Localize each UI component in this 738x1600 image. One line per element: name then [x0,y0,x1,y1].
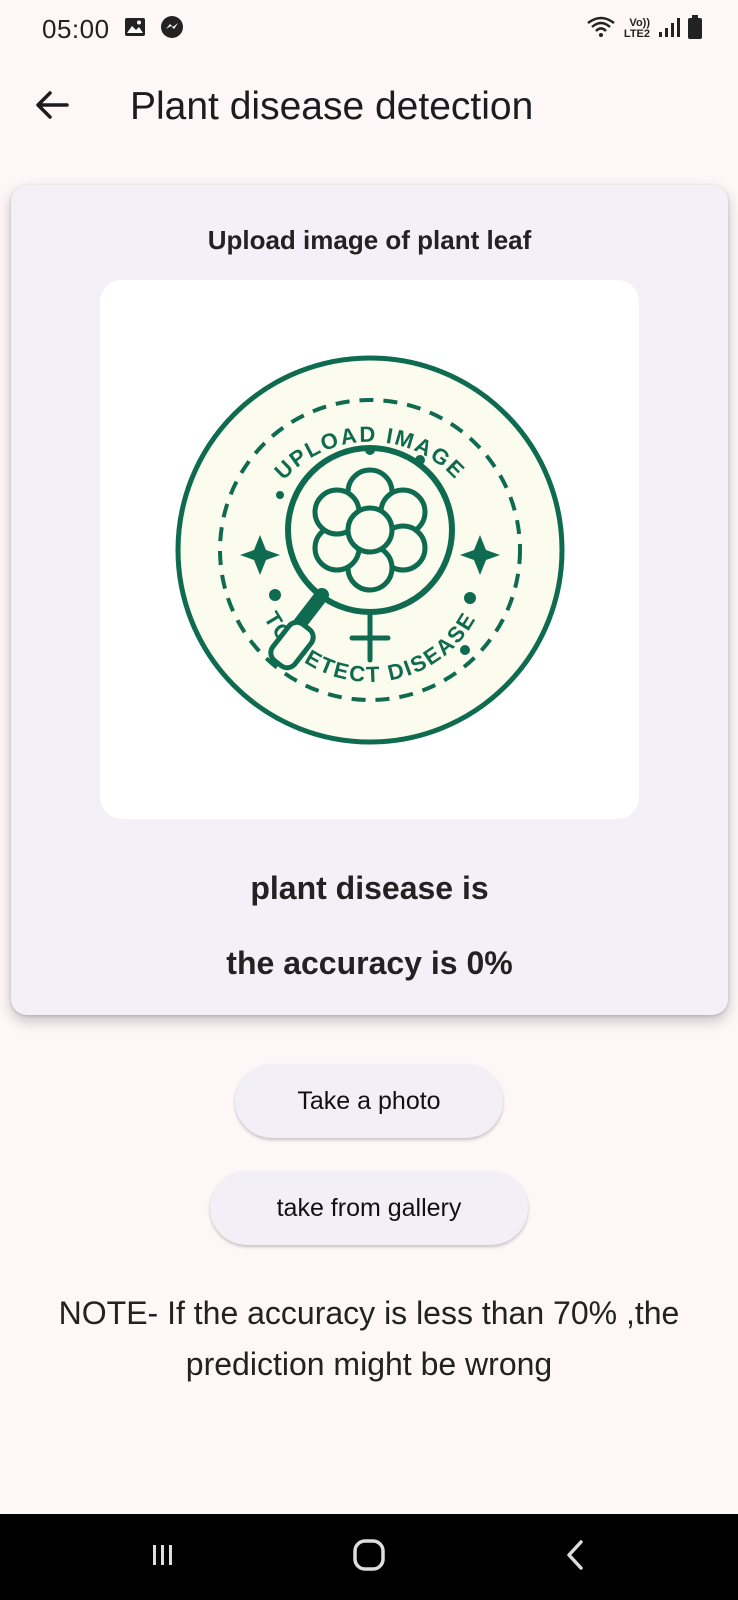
home-icon [352,1538,386,1577]
upload-emblem: UPLOAD IMAGE TO DETECT DISEASE [175,355,564,744]
page-title: Plant disease detection [130,85,534,128]
note-line-2: prediction might be wrong [185,1346,553,1382]
lte-bottom: LTE2 [623,28,650,40]
back-nav-button[interactable] [545,1527,605,1587]
accuracy-note: NOTE- If the accuracy is less than 70% ,… [0,1288,738,1390]
image-preview[interactable]: UPLOAD IMAGE TO DETECT DISEASE [100,280,639,819]
status-bar: 05:00 Vo)) LTE2 [0,0,738,58]
battery-icon [688,14,702,44]
signal-icon [658,16,680,43]
messenger-icon [160,15,184,44]
status-right: Vo)) LTE2 [586,14,702,44]
arrow-back-icon [35,90,69,125]
result-card: Upload image of plant leaf UPLOAD IMAGE … [11,185,728,1015]
recents-icon [148,1540,178,1575]
note-line-1: NOTE- If the accuracy is less than 70% ,… [58,1295,680,1331]
take-photo-button[interactable]: Take a photo [235,1064,503,1138]
status-left: 05:00 [42,14,184,45]
wifi-icon [586,16,616,43]
app-bar: Plant disease detection [0,62,738,152]
recents-button[interactable] [133,1527,193,1587]
back-nav-icon [563,1539,587,1576]
accuracy-result: the accuracy is 0% [226,945,513,981]
lte-indicator: Vo)) LTE2 [624,18,650,40]
system-nav-bar [0,1514,738,1600]
gallery-icon [124,16,146,43]
back-button[interactable] [22,77,82,137]
card-heading: Upload image of plant leaf [207,225,532,255]
disease-result: plant disease is [250,870,489,906]
screen: 05:00 Vo)) LTE2 Plant disease detection … [0,0,738,1600]
home-button[interactable] [339,1527,399,1587]
status-time: 05:00 [42,13,110,44]
take-from-gallery-button[interactable]: take from gallery [210,1171,528,1245]
